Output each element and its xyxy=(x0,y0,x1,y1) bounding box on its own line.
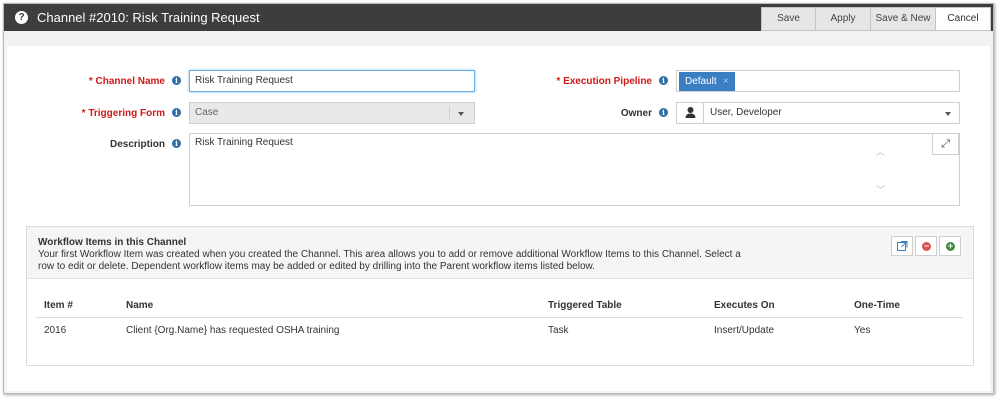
table-divider xyxy=(36,317,963,318)
chevron-down-icon xyxy=(945,112,951,116)
execution-pipeline-label: * Execution Pipeline xyxy=(556,76,652,87)
workflow-items-description: Your first Workflow Item was created whe… xyxy=(38,249,741,272)
cancel-button[interactable]: Cancel xyxy=(936,7,991,31)
triggering-form-label: * Triggering Form xyxy=(81,108,165,119)
info-circle-icon[interactable]: i xyxy=(172,108,181,117)
cell-one-time: Yes xyxy=(854,325,871,336)
scroll-up-icon[interactable]: ︿ xyxy=(876,145,885,158)
chevron-down-icon xyxy=(458,112,464,116)
toolbar-buttons: Save Apply Save & New Cancel xyxy=(761,7,991,31)
triggering-form-value: Case xyxy=(195,107,219,118)
triggering-form-select[interactable]: Case xyxy=(189,102,475,124)
pipeline-tag-label: Default xyxy=(685,76,717,87)
save-and-new-button[interactable]: Save & New xyxy=(871,7,936,31)
form-card: * Channel Name i Risk Training Request *… xyxy=(7,46,990,391)
info-circle-icon[interactable]: i xyxy=(172,139,181,148)
workflow-items-header: Workflow Items in this Channel Your firs… xyxy=(27,227,973,279)
expand-arrows-icon[interactable]: ⤢ xyxy=(932,133,959,155)
dialog-title: Channel #2010: Risk Training Request xyxy=(37,10,260,25)
description-value: Risk Training Request xyxy=(195,137,293,148)
column-header-one-time[interactable]: One-Time xyxy=(854,300,900,311)
execution-pipeline-field[interactable]: Default × xyxy=(676,70,960,92)
info-circle-icon[interactable]: i xyxy=(659,76,668,85)
column-header-item-number[interactable]: Item # xyxy=(44,300,73,311)
user-icon xyxy=(685,107,696,118)
workflow-items-title: Workflow Items in this Channel xyxy=(38,237,187,248)
description-label: Description xyxy=(109,139,165,150)
owner-label: Owner xyxy=(620,108,652,119)
question-circle-icon[interactable]: ? xyxy=(15,11,28,24)
owner-select[interactable]: User, Developer xyxy=(676,102,960,124)
select-separator xyxy=(449,106,450,120)
pipeline-tag[interactable]: Default × xyxy=(679,72,735,91)
apply-button[interactable]: Apply xyxy=(816,7,871,31)
save-button[interactable]: Save xyxy=(761,7,816,31)
description-textarea[interactable]: Risk Training Request ︿ ﹀ xyxy=(189,133,960,206)
minus-circle-icon: − xyxy=(922,241,931,251)
add-workflow-item-button[interactable]: + xyxy=(939,236,961,256)
close-icon[interactable]: × xyxy=(723,76,729,87)
owner-icon-box xyxy=(677,103,704,123)
plus-circle-icon: + xyxy=(946,241,955,251)
open-workflow-item-button[interactable] xyxy=(891,236,913,256)
cell-executes-on: Insert/Update xyxy=(714,325,775,336)
column-header-executes-on[interactable]: Executes On xyxy=(714,300,775,311)
channel-name-label: * Channel Name xyxy=(88,76,165,87)
info-circle-icon[interactable]: i xyxy=(659,108,668,117)
cell-triggered-table: Task xyxy=(548,325,569,336)
info-circle-icon[interactable]: i xyxy=(172,76,181,85)
external-link-icon xyxy=(897,241,908,251)
cell-item-number: 2016 xyxy=(44,325,67,336)
scroll-down-icon[interactable]: ﹀ xyxy=(876,183,885,196)
column-header-name[interactable]: Name xyxy=(126,300,153,311)
column-header-triggered-table[interactable]: Triggered Table xyxy=(548,300,622,311)
channel-dialog: ? Channel #2010: Risk Training Request S… xyxy=(3,3,994,394)
cell-name: Client {Org.Name} has requested OSHA tra… xyxy=(126,325,340,336)
channel-name-input[interactable]: Risk Training Request xyxy=(189,70,475,92)
title-bar: ? Channel #2010: Risk Training Request S… xyxy=(4,4,993,31)
owner-value: User, Developer xyxy=(710,107,782,118)
remove-workflow-item-button[interactable]: − xyxy=(915,236,937,256)
workflow-items-panel: Workflow Items in this Channel Your firs… xyxy=(26,226,974,366)
